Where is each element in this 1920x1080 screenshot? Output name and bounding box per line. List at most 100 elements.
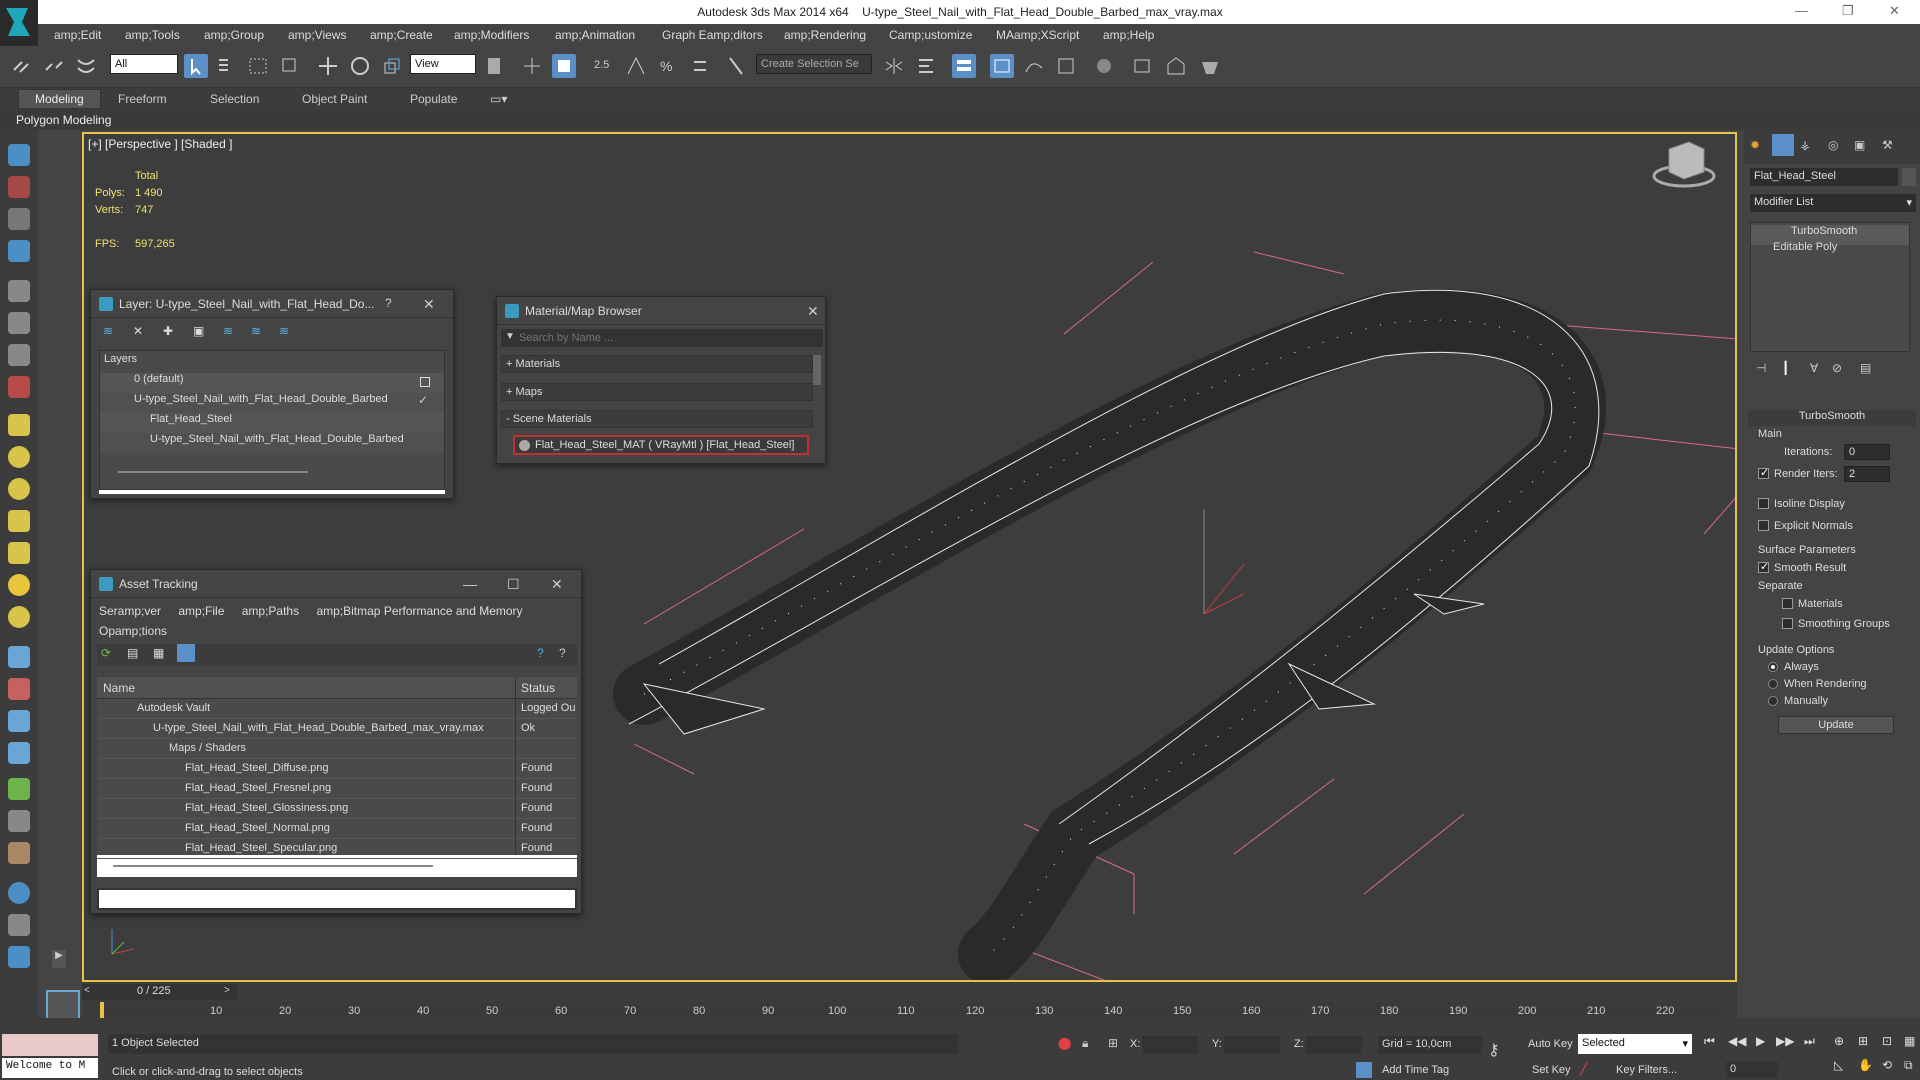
render-icon[interactable] (8, 176, 30, 198)
menu-create[interactable]: amp;Create (370, 28, 433, 42)
move-icon[interactable] (316, 54, 340, 78)
material-browser-scrollbar[interactable] (813, 355, 821, 385)
active-layer-check-icon[interactable]: ✓ (418, 393, 428, 407)
freeze-layers-icon[interactable]: ≋ (279, 324, 289, 338)
tab-object-paint[interactable]: Object Paint (302, 92, 367, 106)
table-row[interactable]: Flat_Head_Steel_Specular.png Found (97, 839, 577, 859)
asset-maximize-icon[interactable]: ☐ (507, 576, 520, 593)
tab-modeling[interactable]: Modeling (18, 89, 101, 109)
display-tab-icon[interactable]: ▣ (1854, 138, 1865, 152)
x-coord-field[interactable] (1142, 1036, 1198, 1054)
layer-row[interactable]: U-type_Steel_Nail_with_Flat_Head_Double_… (100, 393, 444, 413)
goto-end-icon[interactable]: ⏭ (1804, 1034, 1815, 1049)
ribbon-options-icon[interactable]: ▭▾ (490, 92, 507, 106)
motion-tab-icon[interactable]: ◎ (1828, 138, 1838, 152)
iterations-spinner[interactable]: 0 (1844, 444, 1890, 460)
scale-icon[interactable] (380, 54, 404, 78)
teapot-primitive-icon[interactable] (8, 510, 30, 532)
snaps-toggle-icon[interactable]: 2.5 (592, 54, 616, 78)
asset-menu-bitmap[interactable]: amp;Bitmap Performance and Memory (316, 604, 522, 618)
absolute-mode-icon[interactable]: ⊞ (1108, 1036, 1118, 1050)
rect-selection-icon[interactable] (246, 54, 270, 78)
asset-options-icon[interactable]: ? (559, 646, 566, 660)
pin-stack-icon[interactable]: ⊣ (1756, 361, 1766, 375)
asset-menu-file[interactable]: amp;File (178, 604, 224, 618)
select-by-name-icon[interactable] (214, 54, 238, 78)
asset-menu-paths[interactable]: amp;Paths (242, 604, 299, 618)
foliage-icon[interactable] (8, 778, 30, 800)
set-key-icon[interactable]: ╱ (1580, 1062, 1587, 1076)
table-row[interactable]: Flat_Head_Steel_Diffuse.png Found (97, 759, 577, 779)
maxscript-listener-mini[interactable] (2, 1034, 98, 1056)
next-key-icon[interactable]: ▶▶ (1776, 1034, 1794, 1048)
globe-icon[interactable] (8, 882, 30, 904)
refresh-icon[interactable]: ⟳ (101, 646, 111, 660)
add-time-tag[interactable]: Add Time Tag (1382, 1064, 1449, 1076)
render-setup-icon[interactable] (1130, 54, 1154, 78)
smoothing-groups-checkbox[interactable] (1782, 618, 1793, 629)
play-icon[interactable]: ▶ (1756, 1034, 1765, 1048)
pan-icon[interactable]: ✋ (1858, 1058, 1873, 1072)
render-iters-checkbox[interactable] (1758, 466, 1769, 479)
asset-menu-server[interactable]: Seramp;ver (99, 604, 161, 618)
layer-row[interactable]: Flat_Head_Steel (100, 413, 444, 433)
asset-menu-options[interactable]: Opamp;tions (99, 624, 167, 638)
box-icon[interactable] (8, 414, 30, 436)
add-to-layer-icon[interactable]: ✚ (163, 324, 173, 338)
time-tag-icon[interactable] (1356, 1062, 1372, 1078)
scene-materials-section[interactable]: - Scene Materials (501, 410, 813, 428)
spline-icon[interactable] (8, 646, 30, 668)
rendered-frame-window-icon[interactable] (1164, 54, 1188, 78)
status-column-header[interactable]: Status (521, 681, 555, 695)
menu-customize[interactable]: Camp;ustomize (889, 28, 972, 42)
ribbon-toggle-icon[interactable] (990, 54, 1014, 78)
layer-manager-icon[interactable] (952, 54, 976, 78)
current-frame-field[interactable]: 0 (1726, 1062, 1778, 1078)
fov-icon[interactable]: ◺ (1834, 1058, 1843, 1072)
update-when-rendering-radio[interactable] (1768, 679, 1778, 689)
unlink-icon[interactable] (42, 54, 66, 78)
geosphere-icon[interactable] (8, 606, 30, 628)
lock-selection-icon[interactable]: 🔒︎ (1082, 1036, 1088, 1051)
material-search-input[interactable] (519, 329, 821, 347)
update-always-radio[interactable] (1768, 662, 1778, 672)
close-icon[interactable]: ✕ (1889, 3, 1900, 19)
align-icon[interactable] (914, 54, 938, 78)
asset-path-field[interactable] (97, 888, 577, 910)
plugin-icon[interactable] (8, 914, 30, 936)
asset-help-icon[interactable]: ? (537, 646, 544, 660)
edit-named-selection-icon[interactable] (724, 54, 748, 78)
app-icon[interactable] (8, 946, 30, 968)
polygon-modeling-bar[interactable]: Polygon Modeling (0, 110, 1920, 130)
menu-group[interactable]: amp;Group (204, 28, 264, 42)
zoom-extents-all-icon[interactable]: ▦ (1904, 1034, 1915, 1048)
object-name-field[interactable]: Flat_Head_Steel (1750, 168, 1898, 186)
separate-materials-checkbox[interactable] (1782, 598, 1793, 609)
layer-checkbox[interactable] (420, 377, 430, 387)
cone-icon[interactable] (8, 542, 30, 564)
cloth-icon[interactable] (8, 842, 30, 864)
restore-icon[interactable]: ❐ (1842, 3, 1854, 19)
menu-maxscript[interactable]: MAamp;XScript (996, 28, 1079, 42)
table-row[interactable]: U-type_Steel_Nail_with_Flat_Head_Double_… (97, 719, 577, 739)
keyboard-shortcut-toggle-icon[interactable] (552, 54, 576, 78)
list-icon[interactable] (8, 208, 30, 230)
configure-sets-icon[interactable]: ▤ (1860, 361, 1871, 375)
window-crossing-icon[interactable] (278, 54, 302, 78)
maximize-viewport-icon[interactable]: ⧉ (1904, 1058, 1913, 1073)
mirror-icon[interactable] (882, 54, 906, 78)
zoom-all-icon[interactable]: ⊞ (1858, 1034, 1868, 1048)
time-slider[interactable]: < 0 / 225 > (82, 984, 237, 1000)
hierarchy-tab-icon[interactable]: ⚶ (1800, 138, 1810, 152)
menu-modifiers[interactable]: amp;Modifiers (454, 28, 529, 42)
asset-minimize-icon[interactable]: — (463, 576, 477, 592)
table-row[interactable]: Flat_Head_Steel_Normal.png Found (97, 819, 577, 839)
hair-icon[interactable] (8, 810, 30, 832)
detail-view-icon[interactable]: ▦ (153, 646, 164, 660)
create-layer-icon[interactable]: ≋ (103, 324, 113, 338)
materials-section[interactable]: + Materials (501, 355, 813, 373)
teapot-icon[interactable] (8, 144, 30, 166)
scene-material-item[interactable]: Flat_Head_Steel_MAT ( VRayMtl ) [Flat_He… (513, 435, 809, 455)
menu-graph-editors[interactable]: Graph Eamp;ditors (662, 28, 763, 42)
torus-icon[interactable] (8, 478, 30, 500)
